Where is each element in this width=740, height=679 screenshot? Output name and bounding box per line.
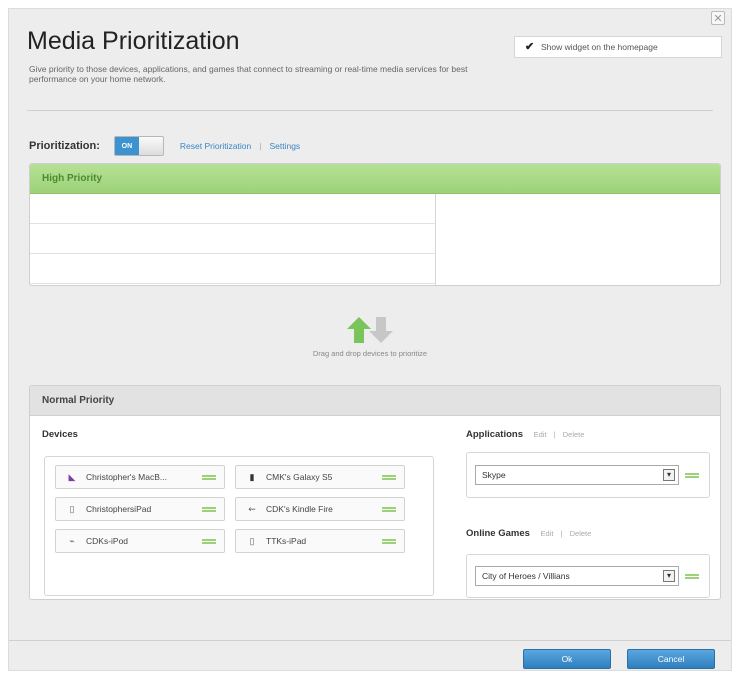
online-games-selected-value: City of Heroes / Villians: [482, 571, 570, 581]
devices-label: Devices: [42, 429, 78, 440]
tablet-icon: ▯: [249, 535, 255, 546]
cancel-button[interactable]: Cancel: [627, 649, 715, 669]
device-label: TTKs-iPad: [266, 536, 307, 546]
reset-prioritization-link[interactable]: Reset Prioritization: [180, 141, 251, 151]
link-separator: |: [259, 141, 262, 151]
divider: [27, 110, 713, 111]
page-subtitle: Give priority to those devices, applicat…: [29, 64, 468, 84]
drag-hint: Drag and drop devices to prioritize: [312, 349, 428, 358]
device-item[interactable]: ⌁ CDKs-iPod: [55, 529, 225, 553]
device-label: CDKs-iPod: [86, 536, 129, 546]
device-label: ChristophersiPad: [86, 504, 152, 514]
toggle-knob[interactable]: [138, 137, 163, 155]
ok-button[interactable]: Ok: [523, 649, 611, 669]
media-prioritization-window: ✕ Media Prioritization Give priority to …: [8, 8, 732, 671]
link-separator: |: [553, 430, 556, 439]
online-games-edit-link[interactable]: Edit: [541, 529, 554, 538]
device-item[interactable]: ▮ CMK's Galaxy S5: [235, 465, 405, 489]
online-games-title: Online Games: [466, 528, 530, 539]
device-item[interactable]: ◣ Christopher's MacB...: [55, 465, 225, 489]
applications-edit-link[interactable]: Edit: [534, 430, 547, 439]
high-priority-slot[interactable]: [30, 194, 435, 224]
normal-priority-header: Normal Priority: [30, 386, 720, 416]
show-widget-checkbox[interactable]: ✔: [525, 42, 535, 53]
high-priority-slot[interactable]: [30, 254, 435, 284]
device-item[interactable]: ⇜ CDK's Kindle Fire: [235, 497, 405, 521]
device-label: CMK's Galaxy S5: [266, 472, 333, 482]
applications-list: Skype ▾: [466, 452, 710, 498]
high-priority-slot[interactable]: [30, 224, 435, 254]
applications-select[interactable]: Skype ▾: [475, 465, 679, 485]
prioritization-toggle[interactable]: ON: [113, 136, 164, 156]
high-priority-header: High Priority: [30, 164, 720, 194]
drag-handle-icon[interactable]: [685, 573, 699, 579]
high-priority-panel: High Priority: [29, 163, 721, 286]
applications-delete-link[interactable]: Delete: [563, 430, 585, 439]
online-games-list: City of Heroes / Villians ▾: [466, 554, 710, 598]
drag-handle-icon[interactable]: [382, 506, 396, 512]
device-item[interactable]: ▯ ChristophersiPad: [55, 497, 225, 521]
close-icon[interactable]: ✕: [711, 11, 725, 25]
drag-handle-icon[interactable]: [685, 472, 699, 478]
chevron-down-icon[interactable]: ▾: [663, 469, 675, 481]
devices-list: ◣ Christopher's MacB... ▮ CMK's Galaxy S…: [44, 456, 434, 596]
online-games-select[interactable]: City of Heroes / Villians ▾: [475, 566, 679, 586]
applications-label: Applications Edit | Delete: [466, 429, 584, 440]
page-title: Media Prioritization: [27, 27, 240, 55]
settings-link[interactable]: Settings: [269, 141, 300, 151]
toggle-on-label: ON: [114, 137, 139, 155]
laptop-icon: ◣: [68, 471, 76, 482]
phone-icon: ▮: [249, 471, 255, 482]
device-item[interactable]: ▯ TTKs-iPad: [235, 529, 405, 553]
drag-handle-icon[interactable]: [382, 538, 396, 544]
footer-divider: [9, 640, 731, 641]
online-games-label: Online Games Edit | Delete: [466, 528, 591, 539]
drag-handle-icon[interactable]: [202, 538, 216, 544]
link-separator: |: [560, 529, 563, 538]
ipod-icon: ⌁: [69, 535, 75, 546]
show-widget-label: Show widget on the homepage: [541, 42, 658, 52]
drag-handle-icon[interactable]: [202, 474, 216, 480]
normal-priority-panel: Normal Priority Devices ◣ Christopher's …: [29, 385, 721, 600]
drag-handle-icon[interactable]: [202, 506, 216, 512]
device-label: Christopher's MacB...: [86, 472, 167, 482]
show-widget-option[interactable]: ✔ Show widget on the homepage: [514, 36, 722, 58]
drag-handle-icon[interactable]: [382, 474, 396, 480]
kindle-icon: ⇜: [248, 503, 256, 514]
high-priority-drop-list[interactable]: [30, 194, 436, 285]
applications-selected-value: Skype: [482, 470, 506, 480]
prioritization-label: Prioritization:: [29, 140, 100, 152]
prioritization-row: Prioritization: ON Reset Prioritization …: [29, 135, 300, 157]
tablet-icon: ▯: [69, 503, 75, 514]
applications-title: Applications: [466, 429, 524, 440]
priority-arrows-icon: [347, 317, 393, 343]
device-label: CDK's Kindle Fire: [266, 504, 333, 514]
chevron-down-icon[interactable]: ▾: [663, 570, 675, 582]
online-games-delete-link[interactable]: Delete: [570, 529, 592, 538]
